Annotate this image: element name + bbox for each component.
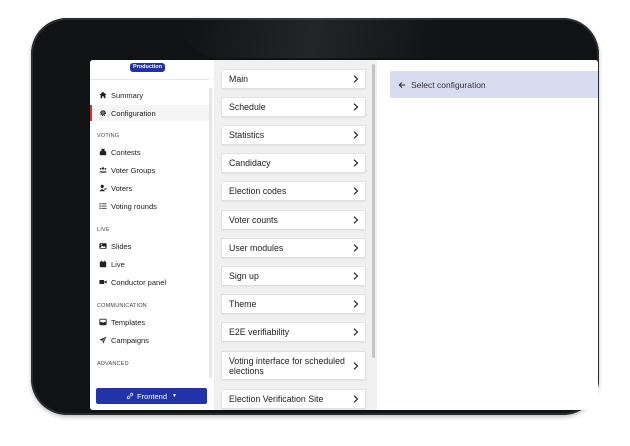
frontend-button[interactable]: Frontend ▼: [96, 388, 207, 404]
sidebar-divider: [90, 79, 209, 80]
sidebar-item-label: Live: [111, 259, 125, 269]
ballot-box-icon: [98, 148, 107, 157]
select-configuration-label: Select configuration: [411, 79, 486, 90]
config-item-schedule[interactable]: Schedule: [221, 97, 366, 117]
config-item-e2e-verifiability[interactable]: E2E verifiability: [221, 322, 366, 342]
chevron-right-icon: [353, 159, 359, 167]
sidebar-item-live[interactable]: Live: [90, 256, 209, 272]
environment-badge: Production: [130, 63, 165, 72]
sidebar: Production Summary Configuration VOTING: [90, 60, 214, 410]
sidebar-item-label: Templates: [111, 317, 146, 327]
chevron-right-icon: [353, 395, 359, 403]
sidebar-item-label: Contests: [111, 147, 141, 157]
config-item-label: Voter counts: [229, 215, 278, 225]
arrow-left-icon: [398, 81, 406, 88]
config-item-label: Main: [229, 74, 249, 84]
configuration-menu: Main Schedule Statistics Candidacy Elect…: [214, 60, 377, 410]
sidebar-item-label: Campaigns: [111, 335, 149, 345]
chevron-right-icon: [353, 75, 359, 83]
section-label-communication: COMMUNICATION: [97, 303, 147, 309]
app-screen: Production Summary Configuration VOTING: [90, 60, 598, 410]
chevron-right-icon: [353, 103, 359, 111]
config-menu-scrollbar[interactable]: [372, 64, 375, 358]
sidebar-item-conductor-panel[interactable]: Conductor panel: [90, 274, 209, 290]
chevron-right-icon: [353, 361, 359, 370]
chevron-right-icon: [353, 272, 359, 280]
section-label-voting: VOTING: [97, 133, 120, 139]
config-item-label: Voting interface for scheduled elections: [229, 355, 345, 376]
sidebar-item-label: Configuration: [111, 108, 156, 118]
config-item-label: Candidacy: [229, 158, 271, 168]
config-item-label: Election codes: [229, 186, 287, 196]
calendar-icon: [98, 260, 107, 269]
config-item-election-verification-site[interactable]: Election Verification Site: [221, 389, 366, 409]
sidebar-item-configuration[interactable]: Configuration: [90, 105, 209, 121]
config-item-statistics[interactable]: Statistics: [221, 125, 366, 145]
config-item-label: Schedule: [229, 102, 266, 112]
config-item-sign-up[interactable]: Sign up: [221, 266, 366, 286]
gear-icon: [98, 109, 107, 118]
sidebar-item-label: Voter Groups: [111, 165, 156, 175]
list-icon: [98, 202, 107, 211]
paper-plane-icon: [98, 336, 107, 345]
config-item-label: User modules: [229, 243, 284, 253]
config-item-label: Theme: [229, 299, 257, 309]
sidebar-item-voting-rounds[interactable]: Voting rounds: [90, 198, 209, 214]
config-item-label: Election Verification Site: [229, 394, 324, 404]
chevron-right-icon: [353, 187, 359, 195]
select-configuration-banner[interactable]: Select configuration: [390, 71, 598, 98]
config-item-main[interactable]: Main: [221, 69, 366, 89]
video-icon: [98, 278, 107, 287]
section-label-advanced: ADVANCED: [97, 361, 129, 367]
config-item-label: Statistics: [229, 130, 265, 140]
sidebar-item-campaigns[interactable]: Campaigns: [90, 332, 209, 348]
config-item-voting-interface-scheduled[interactable]: Voting interface for scheduled elections: [221, 351, 366, 380]
tablet-frame: Production Summary Configuration VOTING: [31, 18, 599, 415]
chevron-right-icon: [353, 244, 359, 252]
tablet-glare: [181, 18, 511, 58]
link-icon: [126, 392, 134, 400]
sidebar-item-label: Summary: [111, 90, 144, 100]
users-icon: [98, 166, 107, 175]
configuration-detail-panel: Select configuration: [377, 60, 598, 410]
user-check-icon: [98, 184, 107, 193]
sidebar-item-slides[interactable]: Slides: [90, 238, 209, 254]
page: Production Summary Configuration VOTING: [0, 0, 630, 446]
config-item-election-codes[interactable]: Election codes: [221, 181, 366, 201]
frontend-button-label: Frontend: [137, 391, 168, 401]
config-item-user-modules[interactable]: User modules: [221, 238, 366, 258]
config-item-voter-counts[interactable]: Voter counts: [221, 210, 366, 230]
chevron-right-icon: [353, 216, 359, 224]
config-item-theme[interactable]: Theme: [221, 294, 366, 314]
caret-down-icon: ▼: [172, 393, 177, 399]
sidebar-item-voter-groups[interactable]: Voter Groups: [90, 162, 209, 178]
sidebar-item-label: Conductor panel: [111, 277, 167, 287]
chevron-right-icon: [353, 131, 359, 139]
chevron-right-icon: [353, 300, 359, 308]
sidebar-item-label: Voters: [111, 183, 133, 193]
image-icon: [98, 242, 107, 251]
sidebar-item-templates[interactable]: Templates: [90, 314, 209, 330]
sidebar-scrollbar[interactable]: [209, 88, 212, 378]
config-item-label: Sign up: [229, 271, 259, 281]
inbox-icon: [98, 318, 107, 327]
chevron-right-icon: [353, 328, 359, 336]
home-icon: [98, 91, 107, 100]
sidebar-item-summary[interactable]: Summary: [90, 87, 209, 103]
sidebar-item-voters[interactable]: Voters: [90, 180, 209, 196]
sidebar-item-label: Slides: [111, 241, 132, 251]
sidebar-item-label: Voting rounds: [111, 201, 157, 211]
section-label-live: LIVE: [97, 227, 110, 233]
sidebar-item-contests[interactable]: Contests: [90, 144, 209, 160]
config-item-candidacy[interactable]: Candidacy: [221, 153, 366, 173]
config-item-label: E2E verifiability: [229, 327, 290, 337]
